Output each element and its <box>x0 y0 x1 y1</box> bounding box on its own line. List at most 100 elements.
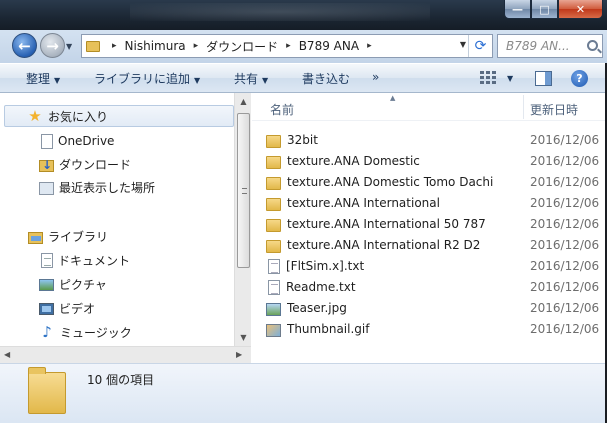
file-row[interactable]: texture.ANA International 50 787 2016/12/… <box>266 214 606 234</box>
file-name: texture.ANA International 50 787 <box>287 217 486 231</box>
folder-icon <box>86 40 100 52</box>
file-row[interactable]: 32bit 2016/12/06 <box>266 130 606 150</box>
file-name: texture.ANA International <box>287 196 440 210</box>
breadcrumb-downloads[interactable]: ダウンロード <box>204 38 280 55</box>
folder-icon <box>266 197 281 211</box>
search-input[interactable]: B789 AN... <box>497 34 603 58</box>
nav-item-label: ビデオ <box>59 301 96 316</box>
file-date-modified: 2016/12/06 <box>530 175 600 189</box>
file-row[interactable]: [FltSim.x].txt 2016/12/06 <box>266 256 606 276</box>
preview-pane-icon[interactable] <box>535 71 552 86</box>
back-arrow-icon: ← <box>18 36 31 55</box>
nav-item-videos[interactable]: ビデオ <box>4 297 234 319</box>
close-button[interactable]: ✕ <box>558 0 603 19</box>
details-pane: 10 個の項目 <box>0 363 607 423</box>
file-name: texture.ANA Domestic Tomo Dachi <box>287 175 494 189</box>
nav-item-label: 最近表示した場所 <box>59 180 156 195</box>
file-date-modified: 2016/12/06 <box>530 238 600 252</box>
search-icon[interactable] <box>587 40 598 51</box>
file-row[interactable]: Thumbnail.gif 2016/12/06 <box>266 319 606 339</box>
file-row[interactable]: texture.ANA Domestic 2016/12/06 <box>266 151 606 171</box>
navigation-pane-vertical-scrollbar[interactable]: ▲ ▼ <box>234 93 251 363</box>
back-button[interactable]: ← <box>12 33 37 58</box>
share-label: 共有 <box>234 72 259 86</box>
view-dropdown-icon[interactable]: ▼ <box>507 70 513 84</box>
breadcrumb-nishimura[interactable]: Nishimura <box>123 39 188 53</box>
view-options-icon[interactable] <box>480 71 496 85</box>
add-to-library-button[interactable]: ライブラリに追加 ▼ <box>94 70 200 87</box>
search-placeholder: B789 AN... <box>506 39 570 53</box>
nav-item-onedrive[interactable]: OneDrive <box>4 130 234 152</box>
chevron-down-icon: ▼ <box>262 76 269 85</box>
organize-button[interactable]: 整理 ▼ <box>26 70 60 87</box>
file-row[interactable]: Readme.txt 2016/12/06 <box>266 277 606 297</box>
nav-item-label: ミュージック <box>60 325 132 340</box>
organize-label: 整理 <box>26 72 51 86</box>
pictures-icon <box>39 279 54 291</box>
address-row: ← → ▼ ▸ Nishimura ▸ ダウンロード ▸ B789 ANA ▸ … <box>0 30 607 63</box>
add-to-library-label: ライブラリに追加 <box>94 72 191 86</box>
file-name: Teaser.jpg <box>287 301 347 315</box>
file-row[interactable]: texture.ANA Domestic Tomo Dachi 2016/12/0… <box>266 172 606 192</box>
column-divider[interactable] <box>523 95 524 119</box>
nav-item-favorites[interactable]: ★ お気に入り <box>4 105 234 127</box>
refresh-button[interactable]: ⟳ <box>468 35 492 57</box>
folder-icon <box>266 239 281 253</box>
forward-arrow-icon: → <box>46 36 59 55</box>
more-commands-label: » <box>372 70 380 84</box>
chevron-right-icon[interactable]: ▸ <box>280 41 297 51</box>
help-icon[interactable]: ? <box>571 70 588 87</box>
breadcrumb-b789-ana[interactable]: B789 ANA <box>297 39 361 53</box>
scroll-up-icon[interactable]: ▲ <box>235 97 252 106</box>
nav-item-pictures[interactable]: ピクチャ <box>4 273 234 295</box>
nav-item-music[interactable]: ♪ ミュージック <box>4 321 234 343</box>
music-icon: ♪ <box>42 323 52 341</box>
window-controls: — □ ✕ <box>504 0 603 19</box>
nav-item-label: ドキュメント <box>58 253 131 268</box>
column-header-name[interactable]: 名前 <box>270 101 294 118</box>
maximize-button[interactable]: □ <box>531 0 558 19</box>
file-date-modified: 2016/12/06 <box>530 154 600 168</box>
nav-item-label: ピクチャ <box>59 277 107 292</box>
file-row[interactable]: texture.ANA International 2016/12/06 <box>266 193 606 213</box>
folder-icon <box>28 367 66 414</box>
downloads-folder-icon <box>39 158 54 172</box>
nav-item-label: ライブラリ <box>48 229 109 244</box>
file-row[interactable]: texture.ANA International R2 D2 2016/12/0… <box>266 235 606 255</box>
more-commands-button[interactable]: » <box>372 70 379 84</box>
column-header-row: ▲ 名前 更新日時 <box>252 93 607 121</box>
address-bar[interactable]: ▸ Nishimura ▸ ダウンロード ▸ B789 ANA ▸ ▼ ⟳ <box>81 34 493 58</box>
minimize-button[interactable]: — <box>504 0 531 19</box>
chevron-right-icon[interactable]: ▸ <box>106 41 123 51</box>
star-icon: ★ <box>28 107 42 125</box>
column-header-date-modified[interactable]: 更新日時 <box>530 101 578 118</box>
nav-item-label: OneDrive <box>58 134 115 148</box>
scroll-down-icon[interactable]: ▼ <box>235 333 252 342</box>
burn-button[interactable]: 書き込む <box>302 70 350 87</box>
file-date-modified: 2016/12/06 <box>530 217 600 231</box>
navigation-pane-horizontal-scrollbar[interactable]: ◀ ▶ <box>0 346 251 363</box>
nav-item-libraries[interactable]: ライブラリ <box>4 225 234 247</box>
nav-item-label: ダウンロード <box>59 157 132 172</box>
share-button[interactable]: 共有 ▼ <box>234 70 268 87</box>
file-name: texture.ANA Domestic <box>287 154 420 168</box>
scroll-left-icon[interactable]: ◀ <box>4 350 10 359</box>
chevron-right-icon[interactable]: ▸ <box>188 41 205 51</box>
recent-pages-dropdown-icon[interactable]: ▼ <box>66 42 72 51</box>
forward-button[interactable]: → <box>40 33 65 58</box>
file-date-modified: 2016/12/06 <box>530 259 600 273</box>
nav-item-documents[interactable]: ドキュメント <box>4 249 234 271</box>
scrollbar-thumb[interactable] <box>237 113 250 268</box>
file-list-pane: ▲ 名前 更新日時 32bit 2016/12/06 texture.ANA Dom… <box>252 93 607 363</box>
scroll-right-icon[interactable]: ▶ <box>236 350 242 359</box>
file-date-modified: 2016/12/06 <box>530 280 600 294</box>
file-date-modified: 2016/12/06 <box>530 322 600 336</box>
videos-icon <box>39 303 54 315</box>
folder-icon <box>266 218 281 232</box>
nav-item-downloads[interactable]: ダウンロード <box>4 153 234 175</box>
address-dropdown-icon[interactable]: ▼ <box>460 40 466 49</box>
item-count-label: 10 個の項目 <box>87 373 155 387</box>
file-row[interactable]: Teaser.jpg 2016/12/06 <box>266 298 606 318</box>
chevron-right-icon[interactable]: ▸ <box>361 41 378 51</box>
nav-item-recent-places[interactable]: 最近表示した場所 <box>4 176 234 198</box>
